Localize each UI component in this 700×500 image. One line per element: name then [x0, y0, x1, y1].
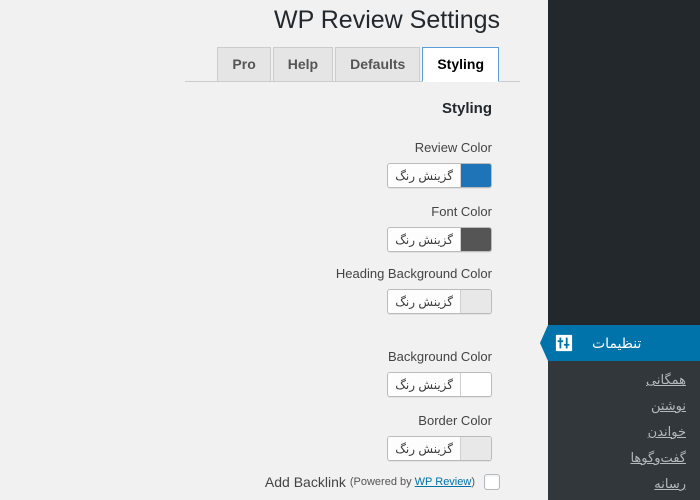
label-border-color: Border Color — [418, 413, 492, 428]
sidebar-item-settings[interactable]: تنظیمات — [548, 325, 700, 361]
settings-submenu: همگانی نوشتن خواندن گفت‌وگوها رسانه — [548, 361, 700, 500]
color-picker-button[interactable]: گزینش رنگ — [388, 437, 461, 460]
sidebar-subitem-media[interactable]: رسانه — [548, 471, 700, 497]
page-title: WP Review Settings — [273, 6, 500, 34]
color-picker-control[interactable]: گزینش رنگ — [387, 289, 492, 314]
color-picker-heading-background-color[interactable]: گزینش رنگ — [0, 289, 492, 314]
app-screen: WP Review Settings Pro Help Defaults Stylin… — [0, 0, 700, 500]
section-heading: Styling — [441, 100, 492, 117]
color-swatch-font-color[interactable] — [461, 228, 491, 251]
settings-sliders-icon — [550, 334, 578, 352]
sidebar-subitem-general[interactable]: همگانی — [548, 367, 700, 393]
form-row-border-color: Border Color گزینش رنگ — [0, 411, 492, 461]
color-swatch-border-color[interactable] — [461, 437, 491, 460]
color-picker-control[interactable]: گزینش رنگ — [387, 163, 492, 188]
label-font-color: Font Color — [431, 204, 492, 219]
backlink-powered-suffix: ) — [471, 476, 475, 488]
color-picker-control[interactable]: گزینش رنگ — [387, 372, 492, 397]
color-swatch-heading-background-color[interactable] — [461, 290, 491, 313]
sidebar-subitem-writing[interactable]: نوشتن — [548, 393, 700, 419]
color-picker-review-color[interactable]: گزینش رنگ — [0, 163, 492, 188]
tab-styling[interactable]: Styling — [422, 47, 499, 82]
add-backlink-checkbox[interactable] — [484, 474, 500, 490]
tab-help[interactable]: Help — [272, 47, 334, 82]
form-row-heading-background-color: Heading Background Color گزینش رنگ — [0, 264, 492, 314]
form-row-review-color: Review Color گزینش رنگ — [0, 138, 492, 188]
sidebar-subitem-discussion[interactable]: گفت‌وگوها — [548, 445, 700, 471]
color-picker-font-color[interactable]: گزینش رنگ — [0, 227, 492, 252]
label-review-color: Review Color — [414, 140, 492, 155]
color-picker-border-color[interactable]: گزینش رنگ — [0, 436, 492, 461]
settings-tab-bar: Pro Help Defaults Styling — [0, 47, 500, 82]
admin-sidebar-upper-fill — [548, 0, 700, 325]
color-picker-button[interactable]: گزینش رنگ — [388, 373, 461, 396]
color-picker-control[interactable]: گزینش رنگ — [387, 436, 492, 461]
backlink-powered-prefix: (Powered by — [349, 476, 415, 488]
color-picker-button[interactable]: گزینش رنگ — [388, 228, 461, 251]
backlink-row: Add Backlink (Powered by WP Review) — [0, 472, 500, 492]
wp-review-link[interactable]: WP Review — [415, 476, 472, 488]
color-picker-control[interactable]: گزینش رنگ — [387, 227, 492, 252]
color-swatch-background-color[interactable] — [461, 373, 491, 396]
form-row-background-color: Background Color گزینش رنگ — [0, 347, 492, 397]
form-row-font-color: Font Color گزینش رنگ — [0, 202, 492, 252]
admin-sidebar: تنظیمات همگانی نوشتن خواندن گفت‌وگوها رس… — [540, 0, 700, 500]
label-background-color: Background Color — [387, 349, 492, 364]
color-picker-button[interactable]: گزینش رنگ — [388, 290, 461, 313]
sidebar-subitem-reading[interactable]: خواندن — [548, 419, 700, 445]
tab-pro[interactable]: Pro — [217, 47, 271, 82]
label-add-backlink: Add Backlink — [264, 474, 346, 490]
color-picker-background-color[interactable]: گزینش رنگ — [0, 372, 492, 397]
tab-defaults[interactable]: Defaults — [335, 47, 421, 82]
sidebar-item-settings-label: تنظیمات — [592, 335, 642, 351]
label-heading-background-color: Heading Background Color — [335, 266, 492, 281]
backlink-powered-note: (Powered by WP Review) — [350, 476, 475, 488]
main-content: WP Review Settings Pro Help Defaults Stylin… — [0, 0, 548, 500]
color-picker-button[interactable]: گزینش رنگ — [388, 164, 461, 187]
color-swatch-review-color[interactable] — [461, 164, 491, 187]
sidebar-active-arrow — [540, 325, 548, 361]
